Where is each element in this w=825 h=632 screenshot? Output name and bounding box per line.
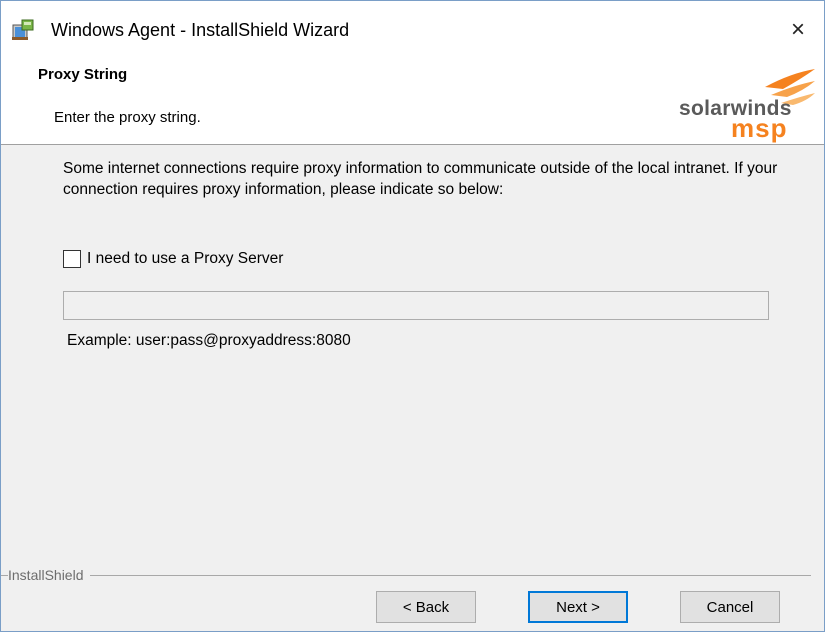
proxy-checkbox-row[interactable]: I need to use a Proxy Server — [63, 248, 283, 270]
checkbox-unchecked-icon[interactable] — [63, 250, 81, 268]
next-button[interactable]: Next > — [528, 591, 628, 623]
installer-package-icon — [10, 17, 36, 43]
solarwinds-msp-logo: solarwinds msp — [673, 65, 818, 143]
window-title: Windows Agent - InstallShield Wizard — [51, 20, 350, 40]
proxy-example-text: Example: user:pass@proxyaddress:8080 — [67, 332, 351, 349]
proxy-checkbox-label[interactable]: I need to use a Proxy Server — [87, 250, 283, 268]
close-button[interactable]: × — [778, 11, 818, 49]
cancel-button[interactable]: Cancel — [680, 591, 780, 623]
proxy-description: Some internet connections require proxy … — [63, 160, 778, 198]
logo-msp: msp — [731, 113, 788, 143]
proxy-string-input[interactable] — [63, 291, 769, 320]
installshield-label: InstallShield — [8, 567, 90, 583]
page-title: Proxy String — [38, 66, 128, 83]
back-button[interactable]: < Back — [376, 591, 476, 623]
wizard-header: Proxy String Enter the proxy string. sol… — [1, 61, 824, 145]
installer-window: Windows Agent - InstallShield Wizard × P… — [0, 0, 825, 632]
installshield-brand-line: InstallShield — [1, 567, 811, 583]
page-subtitle: Enter the proxy string. — [54, 109, 201, 126]
title-bar[interactable]: Windows Agent - InstallShield Wizard × — [1, 1, 824, 61]
footer-divider — [1, 575, 811, 576]
close-icon: × — [790, 16, 805, 43]
